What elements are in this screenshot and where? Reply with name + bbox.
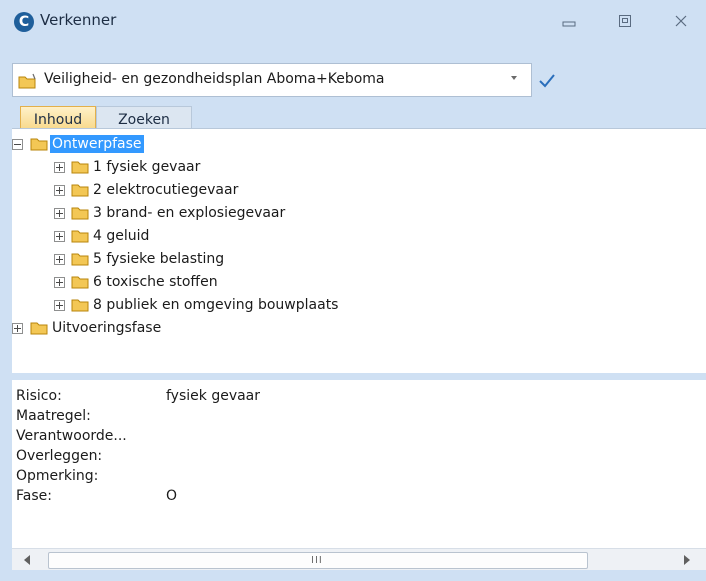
- panel-splitter[interactable]: [0, 373, 706, 380]
- detail-key: Opmerking:: [16, 468, 99, 484]
- tab-inhoud[interactable]: Inhoud: [20, 106, 96, 129]
- maximize-icon[interactable]: [616, 12, 634, 30]
- tree-label: 3 brand- en explosiegevaar: [93, 205, 286, 221]
- collapse-icon[interactable]: [12, 139, 23, 150]
- folder-icon: [71, 184, 89, 197]
- folder-icon: [71, 161, 89, 174]
- explorer-window: C Verkenner Veiligheid- en gezondheidspl…: [0, 0, 706, 581]
- tree-label: 8 publiek en omgeving bouwplaats: [93, 297, 339, 313]
- detail-value: O: [166, 488, 178, 504]
- tree-label: Uitvoeringsfase: [52, 320, 162, 336]
- title-bar[interactable]: C Verkenner: [0, 0, 706, 40]
- detail-value: fysiek gevaar: [166, 388, 261, 404]
- scroll-left-icon[interactable]: [24, 555, 30, 565]
- tree-label: 6 toxische stoffen: [93, 274, 218, 290]
- minimize-icon[interactable]: [560, 12, 578, 30]
- scroll-right-icon[interactable]: [684, 555, 690, 565]
- scroll-grip: III: [311, 555, 323, 566]
- detail-key: Verantwoorde...: [16, 428, 127, 444]
- folder-icon: [71, 276, 89, 289]
- detail-key: Maatregel:: [16, 408, 91, 424]
- dropdown-arrow-icon[interactable]: [511, 76, 517, 80]
- detail-key: Risico:: [16, 388, 62, 404]
- expand-icon[interactable]: [54, 185, 65, 196]
- horizontal-scrollbar[interactable]: III: [12, 548, 706, 571]
- folder-icon: [71, 299, 89, 312]
- expand-icon[interactable]: [54, 208, 65, 219]
- expand-icon[interactable]: [54, 231, 65, 242]
- folder-open-icon: [18, 73, 36, 89]
- tree-label: 5 fysieke belasting: [93, 251, 225, 267]
- folder-icon: [30, 322, 48, 335]
- folder-icon: [71, 207, 89, 220]
- details-panel: Risico: fysiek gevaar Maatregel: Verantw…: [12, 380, 706, 548]
- folder-icon: [71, 230, 89, 243]
- checkmark-icon[interactable]: [537, 72, 557, 90]
- path-combobox[interactable]: Veiligheid- en gezondheidsplan Aboma+Keb…: [12, 63, 532, 97]
- tree-label: 1 fysiek gevaar: [93, 159, 201, 175]
- tab-zoeken[interactable]: Zoeken: [96, 106, 192, 129]
- detail-key: Overleggen:: [16, 448, 103, 464]
- expand-icon[interactable]: [12, 323, 23, 334]
- tree-label: 2 elektrocutiegevaar: [93, 182, 239, 198]
- expand-icon[interactable]: [54, 162, 65, 173]
- close-icon[interactable]: [672, 12, 690, 30]
- tree-view[interactable]: Ontwerpfase 1 fysiek gevaar 2 elektrocut…: [12, 128, 706, 374]
- detail-key: Fase:: [16, 488, 52, 504]
- scroll-thumb[interactable]: III: [48, 552, 588, 569]
- app-logo-icon: C: [14, 12, 34, 32]
- folder-icon: [71, 253, 89, 266]
- path-value: Veiligheid- en gezondheidsplan Aboma+Keb…: [44, 71, 385, 87]
- window-title: Verkenner: [40, 11, 117, 29]
- tree-label: Ontwerpfase: [50, 135, 144, 153]
- window-bottom-edge: [0, 570, 706, 581]
- expand-icon[interactable]: [54, 254, 65, 265]
- tree-label: 4 geluid: [93, 228, 150, 244]
- expand-icon[interactable]: [54, 300, 65, 311]
- folder-icon: [30, 138, 48, 151]
- expand-icon[interactable]: [54, 277, 65, 288]
